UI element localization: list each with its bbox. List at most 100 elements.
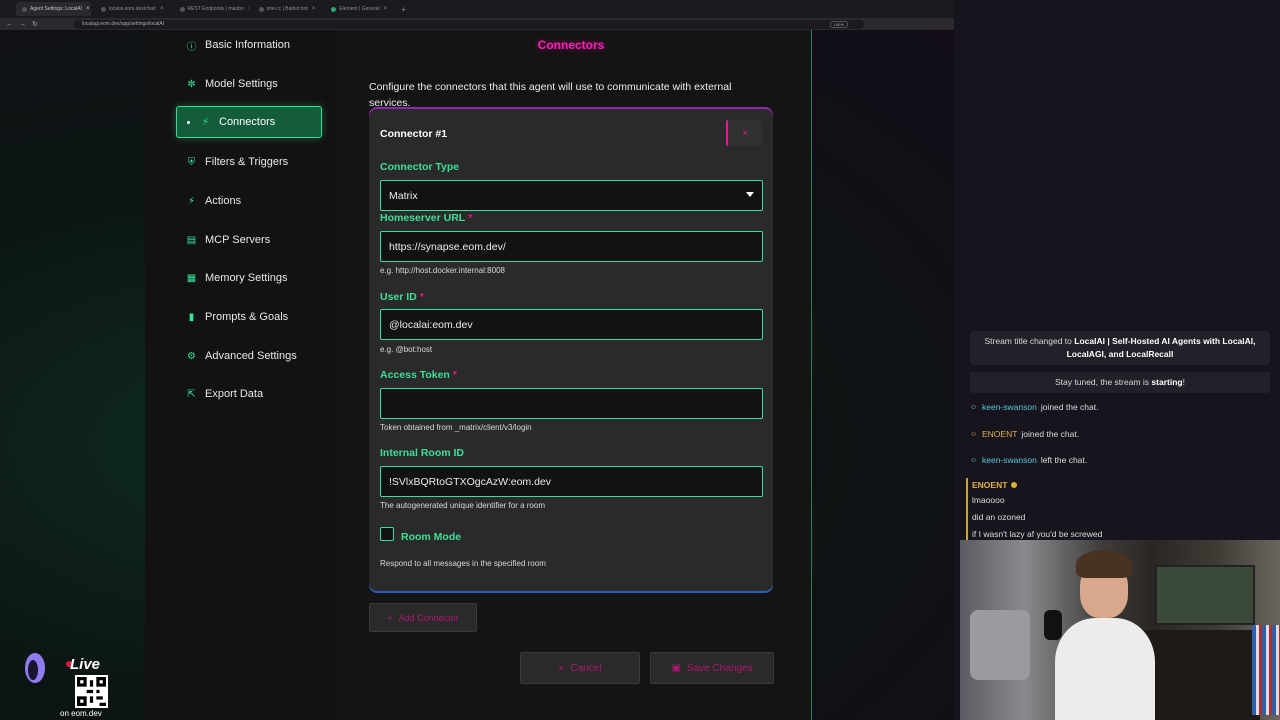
close-icon: × xyxy=(558,662,565,674)
favicon-icon xyxy=(22,6,27,12)
sidebar-item-model-settings[interactable]: ✼ Model Settings xyxy=(176,68,322,100)
forward-icon[interactable]: → xyxy=(19,21,26,28)
page-description: Configure the connectors that this agent… xyxy=(369,81,732,109)
connector-title: Connector #1 xyxy=(380,128,448,140)
chat-event: ☺ ENOENT joined the chat. xyxy=(970,429,1079,439)
sidebar-item-basic-information[interactable]: ⓘ Basic Information xyxy=(176,29,322,61)
server-icon: ▤ xyxy=(186,234,197,246)
required-mark: * xyxy=(468,212,473,224)
close-icon[interactable]: × xyxy=(312,6,316,12)
browser-tab-5[interactable]: Element | General × xyxy=(325,2,393,16)
chat-message: did an ozoned xyxy=(972,512,1026,522)
sidebar-item-memory-settings[interactable]: ▦ Memory Settings xyxy=(176,262,322,294)
close-icon[interactable]: × xyxy=(86,6,90,12)
browser-tab-1[interactable]: Agent Settings: LocalAI × xyxy=(16,2,91,16)
label-text: Connector Type xyxy=(380,161,460,173)
shield-icon: ⛨ xyxy=(187,156,196,168)
memory-icon: ▦ xyxy=(186,272,197,284)
browser-tab-3[interactable]: REST Endpoints | maubo × xyxy=(174,2,249,16)
close-icon[interactable]: × xyxy=(160,6,164,12)
tab-label: localai.eom.dev/chat/ xyxy=(109,6,156,12)
label-text: Homeserver URL xyxy=(380,212,466,224)
live-label: Live xyxy=(70,656,101,673)
access-token-input[interactable] xyxy=(380,388,763,419)
browser-tab-4[interactable]: nhe.cc | Baibot bot × xyxy=(253,2,322,16)
label-text: Internal Room ID xyxy=(380,447,465,459)
toolbar: ← → ↻ localagi.eom.dev/app/settings/loca… xyxy=(0,18,954,30)
author-name: ENOENT xyxy=(972,480,1008,490)
url-text: localagi.eom.dev/app/settings/localAI xyxy=(81,21,165,27)
chat-event-text: left the chat. xyxy=(1040,455,1088,465)
homeserver-url-input[interactable]: https://synapse.eom.dev/ xyxy=(380,231,763,262)
favicon-icon xyxy=(179,6,185,12)
internal-room-id-input[interactable]: !SVlxBQRtoGTXOgcAzW:eom.dev xyxy=(380,466,763,497)
homeserver-url-label: Homeserver URL * xyxy=(380,212,472,224)
sidebar-item-export-data[interactable]: ⇱ Export Data xyxy=(176,378,322,410)
webcam-books xyxy=(1252,625,1280,715)
info-icon: ⓘ xyxy=(186,41,197,53)
room-mode-checkbox[interactable] xyxy=(380,527,394,541)
new-tab-icon[interactable]: + xyxy=(401,5,406,14)
sidebar-item-label: Connectors xyxy=(219,116,276,128)
microphone-icon xyxy=(1044,610,1062,640)
bolt-icon: ⚡ xyxy=(187,195,196,207)
homeserver-url-hint: e.g. http://host.docker.internal:8008 xyxy=(380,266,505,275)
reload-icon[interactable]: ↻ xyxy=(32,20,38,28)
zoom-badge[interactable]: 100% xyxy=(829,20,848,28)
webcam-cabinet xyxy=(1140,630,1260,720)
active-bullet xyxy=(187,120,190,124)
sidebar-item-label: Model Settings xyxy=(205,78,278,90)
chat-username[interactable]: keen-swanson xyxy=(982,455,1037,465)
caret-down-icon xyxy=(746,192,754,197)
sidebar-item-prompts-goals[interactable]: ▮ Prompts & Goals xyxy=(176,301,322,333)
access-token-label: Access Token * xyxy=(380,369,457,381)
label-text: User ID xyxy=(380,291,417,303)
sidebar-item-actions[interactable]: ⚡ Actions xyxy=(176,185,322,217)
address-bar[interactable]: localagi.eom.dev/app/settings/localAI 10… xyxy=(73,19,864,29)
input-value: !SVlxBQRtoGTXOgcAzW:eom.dev xyxy=(389,475,552,488)
sidebar-item-connectors[interactable]: ⚡ Connectors xyxy=(176,106,322,138)
notice-text: Stream title changed to xyxy=(984,336,1072,346)
room-mode-label[interactable]: Room Mode xyxy=(401,531,461,543)
notice-bold: LocalAI | Self-Hosted AI Agents with Loc… xyxy=(1066,336,1256,359)
add-connector-button[interactable]: + Add Connector xyxy=(369,603,477,632)
brain-icon: ✼ xyxy=(187,78,196,90)
webcam-chair xyxy=(970,610,1030,680)
cancel-button[interactable]: × Cancel xyxy=(520,652,640,684)
chat-event: ☺ keen-swanson left the chat. xyxy=(970,455,1087,465)
input-value: @localai:eom.dev xyxy=(389,318,473,331)
chat-username[interactable]: keen-swanson xyxy=(982,402,1037,412)
cogs-icon: ⚙ xyxy=(187,350,196,362)
browser-tab-2[interactable]: localai.eom.dev/chat/ × xyxy=(95,2,170,16)
chat-username[interactable]: ENOENT xyxy=(982,429,1017,439)
badge-icon xyxy=(1011,482,1018,488)
button-label: Cancel xyxy=(570,662,602,674)
sidebar-item-label: Export Data xyxy=(205,388,264,400)
webcam-person-body xyxy=(1055,618,1155,720)
user-icon: ☺ xyxy=(970,456,978,464)
select-value: Matrix xyxy=(389,189,418,202)
export-icon: ⇱ xyxy=(187,388,196,400)
sidebar-item-mcp-servers[interactable]: ▤ MCP Servers xyxy=(176,224,322,256)
save-changes-button[interactable]: ▣ Save Changes xyxy=(650,652,774,684)
user-id-label: User ID * xyxy=(380,291,424,303)
comment-icon: ▮ xyxy=(188,311,195,323)
connector-type-select[interactable]: Matrix xyxy=(380,180,763,211)
favicon-icon xyxy=(101,6,106,12)
back-icon[interactable]: ← xyxy=(6,21,13,28)
plug-icon: ⚡ xyxy=(201,116,210,128)
webcam-feed xyxy=(960,540,1280,720)
close-icon[interactable]: × xyxy=(248,6,249,12)
remove-connector-button[interactable]: × xyxy=(726,120,762,146)
user-id-input[interactable]: @localai:eom.dev xyxy=(380,309,763,340)
tab-strip: Agent Settings: LocalAI × localai.eom.dev… xyxy=(0,0,954,18)
page-title: Connectors xyxy=(537,38,605,52)
chat-author[interactable]: ENOENT xyxy=(972,478,1276,492)
sidebar-item-advanced-settings[interactable]: ⚙ Advanced Settings xyxy=(176,340,322,372)
internal-room-id-hint: The autogenerated unique identifier for … xyxy=(380,501,545,510)
close-icon[interactable]: × xyxy=(384,6,388,12)
sidebar-item-filters-triggers[interactable]: ⛨ Filters & Triggers xyxy=(176,146,322,178)
chat-event-text: joined the chat. xyxy=(1040,402,1099,412)
user-id-hint: e.g. @bot:host xyxy=(380,345,433,354)
notice-text: Stay tuned, the stream is xyxy=(1055,377,1150,387)
